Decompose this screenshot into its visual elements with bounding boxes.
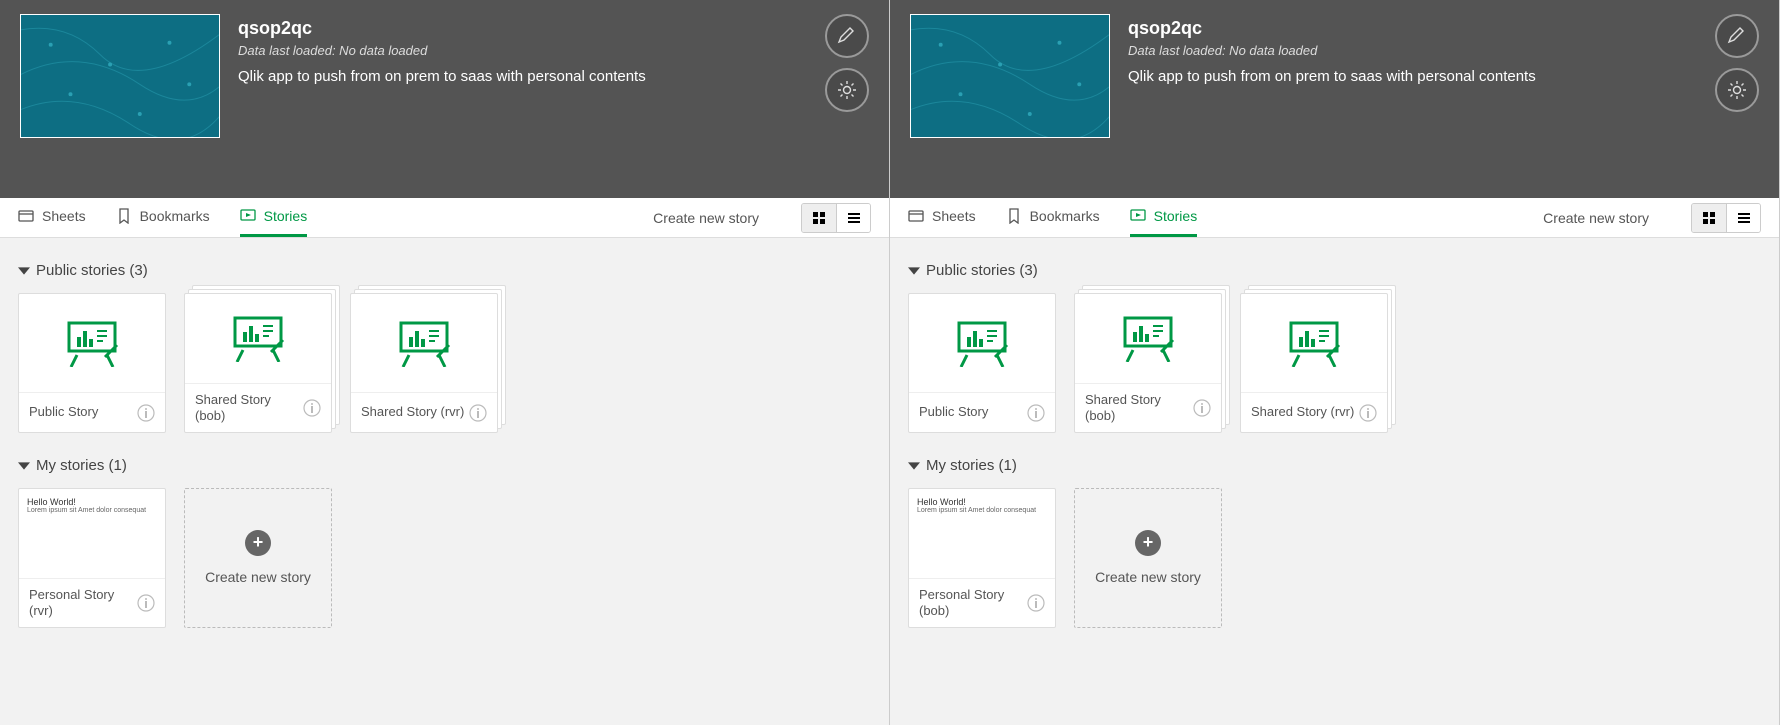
list-icon xyxy=(847,211,861,225)
story-title: Personal Story (bob) xyxy=(919,587,1027,620)
story-title: Personal Story (rvr) xyxy=(29,587,137,620)
tab-bookmarks[interactable]: Bookmarks xyxy=(116,198,210,237)
story-card[interactable]: Shared Story (rvr) xyxy=(350,293,498,433)
slide-preview-body: Lorem ipsum sit Amet dolor consequat xyxy=(917,507,1036,515)
story-easel-icon xyxy=(1119,314,1177,362)
my-stories-header[interactable]: My stories (1) xyxy=(908,457,1761,474)
story-easel-icon xyxy=(395,319,453,367)
app-description: Qlik app to push from on prem to saas wi… xyxy=(1128,68,1536,85)
app-title: qsop2qc xyxy=(238,18,646,39)
story-title: Shared Story (rvr) xyxy=(361,404,464,420)
story-card[interactable]: Public Story xyxy=(908,293,1056,433)
info-icon[interactable] xyxy=(469,404,487,422)
list-view-button[interactable] xyxy=(836,204,870,232)
create-story-label: Create new story xyxy=(205,568,311,586)
plus-icon: + xyxy=(245,530,271,556)
story-icon xyxy=(1130,208,1146,224)
info-icon[interactable] xyxy=(303,399,321,417)
story-card[interactable]: Hello World!Lorem ipsum sit Amet dolor c… xyxy=(908,488,1056,628)
grid-icon xyxy=(1702,211,1716,225)
grid-view-button[interactable] xyxy=(1692,204,1726,232)
story-title: Shared Story (bob) xyxy=(1085,392,1193,425)
app-title: qsop2qc xyxy=(1128,18,1536,39)
pane-left: qsop2qc Data last loaded: No data loaded… xyxy=(0,0,890,725)
app-subtitle: Data last loaded: No data loaded xyxy=(1128,43,1536,58)
sheets-icon xyxy=(908,208,924,224)
view-toggle xyxy=(1691,203,1761,233)
story-icon xyxy=(240,208,256,224)
settings-button[interactable] xyxy=(1715,68,1759,112)
story-title: Public Story xyxy=(919,404,988,420)
story-title: Public Story xyxy=(29,404,98,420)
view-toggle xyxy=(801,203,871,233)
info-icon[interactable] xyxy=(1027,404,1045,422)
bookmark-icon xyxy=(1006,208,1022,224)
story-easel-icon xyxy=(953,319,1011,367)
caret-down-icon xyxy=(18,460,30,472)
my-stories-header[interactable]: My stories (1) xyxy=(18,457,871,474)
app-description: Qlik app to push from on prem to saas wi… xyxy=(238,68,646,85)
tab-stories[interactable]: Stories xyxy=(240,198,308,237)
caret-down-icon xyxy=(908,460,920,472)
caret-down-icon xyxy=(908,265,920,277)
settings-button[interactable] xyxy=(825,68,869,112)
create-story-card[interactable]: + Create new story xyxy=(1074,488,1222,628)
list-icon xyxy=(1737,211,1751,225)
info-icon[interactable] xyxy=(1027,594,1045,612)
info-icon[interactable] xyxy=(137,404,155,422)
app-header: qsop2qc Data last loaded: No data loaded… xyxy=(0,0,889,198)
story-easel-icon xyxy=(229,314,287,362)
info-icon[interactable] xyxy=(137,594,155,612)
content-area: Public stories (3) Public Story Shared S… xyxy=(890,238,1779,725)
plus-icon: + xyxy=(1135,530,1161,556)
app-header: qsop2qc Data last loaded: No data loaded… xyxy=(890,0,1779,198)
tab-bar: Sheets Bookmarks Stories Create new stor… xyxy=(0,198,889,238)
slide-preview-body: Lorem ipsum sit Amet dolor consequat xyxy=(27,507,146,515)
create-story-link[interactable]: Create new story xyxy=(653,210,759,226)
tab-sheets[interactable]: Sheets xyxy=(908,198,976,237)
public-stories-header[interactable]: Public stories (3) xyxy=(18,262,871,279)
app-subtitle: Data last loaded: No data loaded xyxy=(238,43,646,58)
sheets-icon xyxy=(18,208,34,224)
grid-view-button[interactable] xyxy=(802,204,836,232)
create-story-link[interactable]: Create new story xyxy=(1543,210,1649,226)
pane-right: qsop2qc Data last loaded: No data loaded… xyxy=(890,0,1780,725)
list-view-button[interactable] xyxy=(1726,204,1760,232)
info-icon[interactable] xyxy=(1193,399,1211,417)
slide-preview-title: Hello World! xyxy=(27,497,146,507)
caret-down-icon xyxy=(18,265,30,277)
story-easel-icon xyxy=(1285,319,1343,367)
tab-sheets[interactable]: Sheets xyxy=(18,198,86,237)
grid-icon xyxy=(812,211,826,225)
tab-stories[interactable]: Stories xyxy=(1130,198,1198,237)
tab-bookmarks[interactable]: Bookmarks xyxy=(1006,198,1100,237)
edit-button[interactable] xyxy=(1715,14,1759,58)
slide-preview-title: Hello World! xyxy=(917,497,1036,507)
story-card[interactable]: Public Story xyxy=(18,293,166,433)
story-card[interactable]: Shared Story (bob) xyxy=(184,293,332,433)
story-title: Shared Story (rvr) xyxy=(1251,404,1354,420)
create-story-card[interactable]: + Create new story xyxy=(184,488,332,628)
story-card[interactable]: Shared Story (rvr) xyxy=(1240,293,1388,433)
tab-bar: Sheets Bookmarks Stories Create new stor… xyxy=(890,198,1779,238)
create-story-label: Create new story xyxy=(1095,568,1201,586)
story-easel-icon xyxy=(63,319,121,367)
app-thumbnail xyxy=(20,14,220,138)
public-stories-header[interactable]: Public stories (3) xyxy=(908,262,1761,279)
content-area: Public stories (3) Public Story Shared S… xyxy=(0,238,889,725)
story-title: Shared Story (bob) xyxy=(195,392,303,425)
story-card[interactable]: Shared Story (bob) xyxy=(1074,293,1222,433)
edit-button[interactable] xyxy=(825,14,869,58)
bookmark-icon xyxy=(116,208,132,224)
app-thumbnail xyxy=(910,14,1110,138)
info-icon[interactable] xyxy=(1359,404,1377,422)
story-card[interactable]: Hello World!Lorem ipsum sit Amet dolor c… xyxy=(18,488,166,628)
